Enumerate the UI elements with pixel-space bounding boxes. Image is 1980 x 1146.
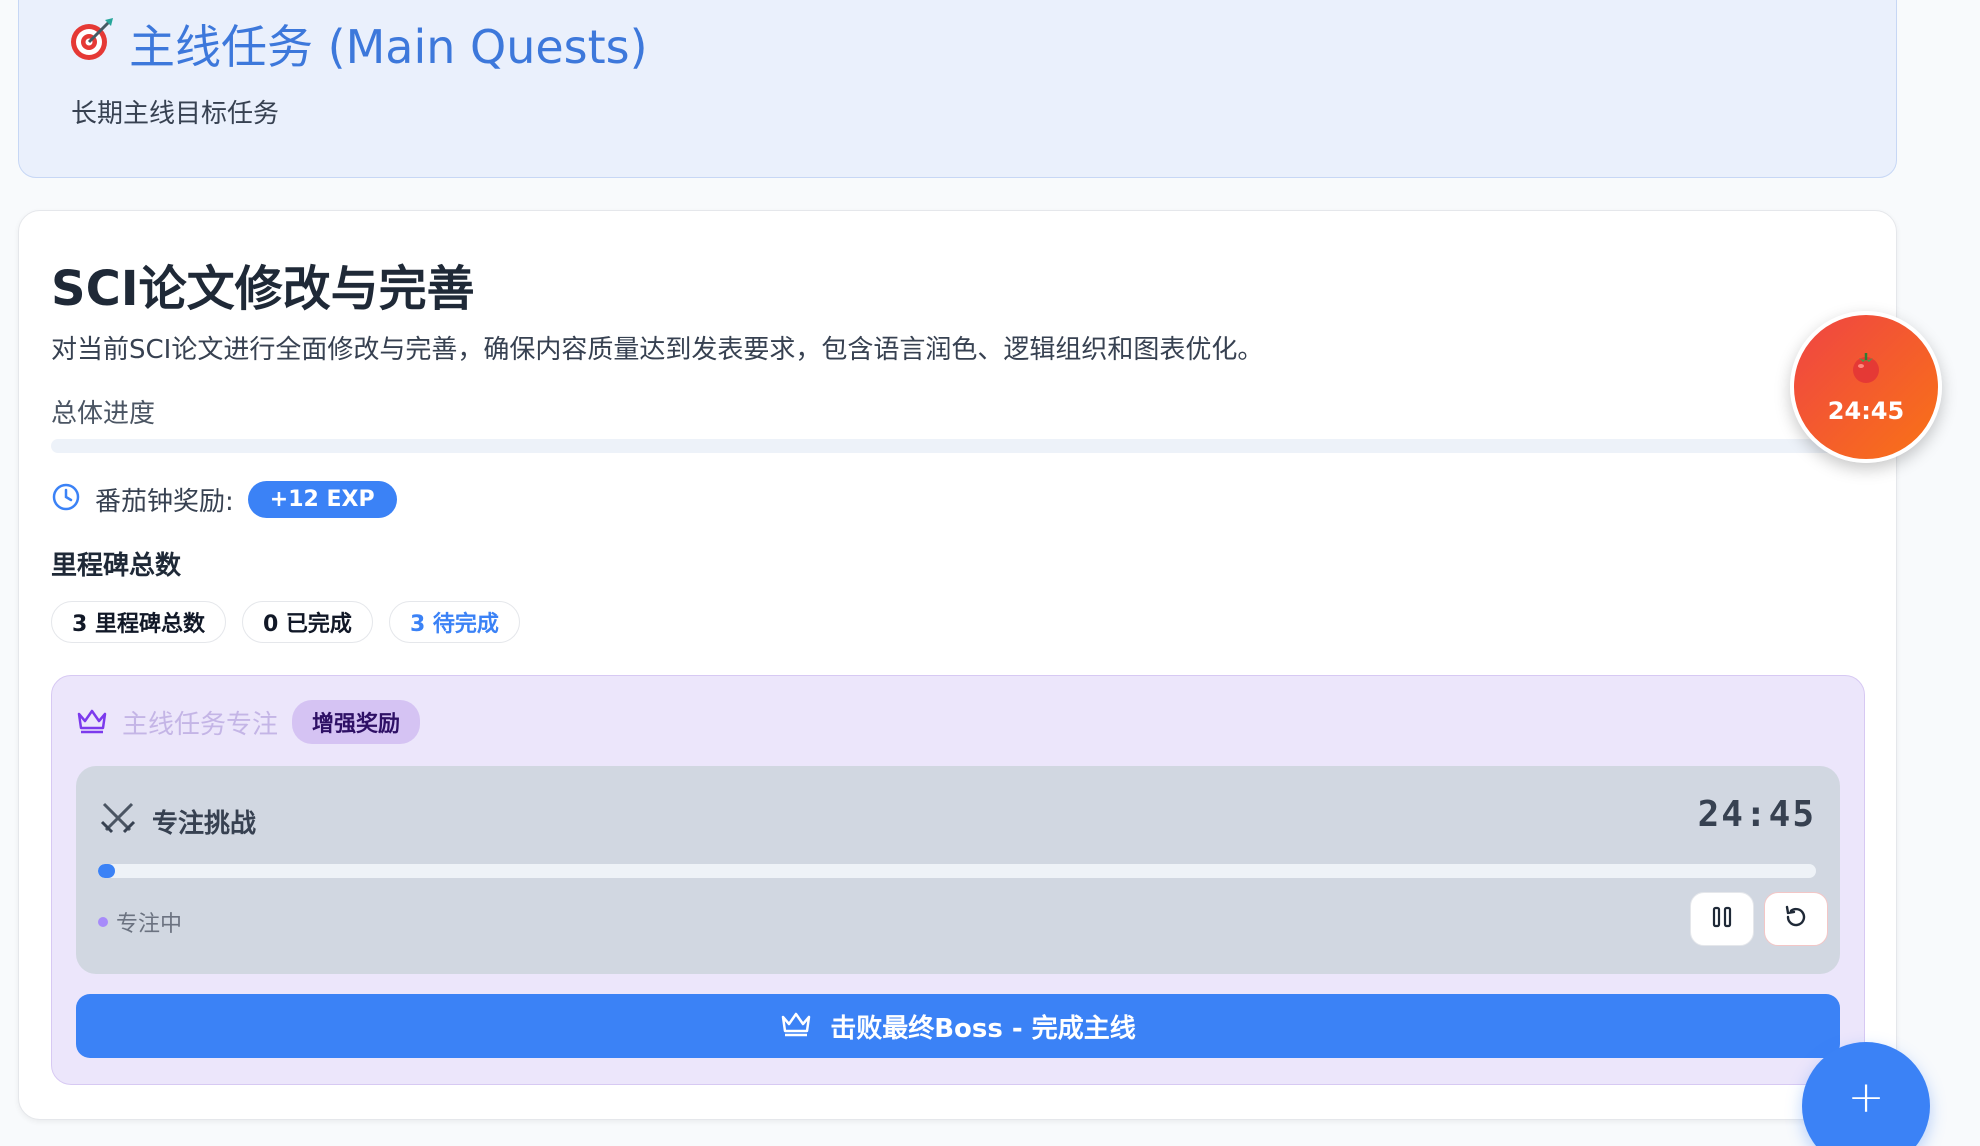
boost-badge: 增强奖励 — [292, 700, 421, 744]
focus-challenge-box: 专注挑战 24:45 专注中 — [76, 766, 1840, 974]
plus-icon: + — [1847, 1072, 1885, 1123]
focus-header: 主线任务专注 增强奖励 — [76, 700, 421, 744]
exp-badge: +12 EXP — [247, 480, 397, 518]
target-icon — [69, 16, 115, 73]
focus-label: 主线任务专注 — [122, 709, 279, 740]
focus-panel: 主线任务专注 增强奖励 专注挑战 24:45 专注中 击败最终Boss - 完成… — [51, 675, 1865, 1085]
tomato-icon — [1848, 349, 1884, 389]
quest-card: SCI论文修改与完善 对当前SCI论文进行全面修改与完善，确保内容质量达到发表要… — [18, 210, 1897, 1120]
milestone-chips: 3 里程碑总数 0 已完成 3 待完成 — [51, 601, 520, 643]
reset-icon — [1782, 903, 1810, 935]
overall-progress-bar — [51, 439, 1856, 453]
defeat-boss-button[interactable]: 击败最终Boss - 完成主线 — [76, 994, 1840, 1058]
page-subtitle: 长期主线目标任务 — [71, 99, 280, 129]
crown-icon — [780, 1009, 812, 1044]
status-dot — [98, 917, 108, 927]
crown-icon — [76, 706, 108, 738]
status-text: 专注中 — [116, 912, 183, 937]
page-title-text: 主线任务 (Main Quests) — [129, 20, 648, 74]
pomodoro-time: 24:45 — [1827, 397, 1905, 425]
milestone-total-chip: 3 里程碑总数 — [51, 601, 226, 643]
challenge-progress-fill — [98, 864, 116, 878]
milestone-pending-chip: 3 待完成 — [388, 601, 520, 643]
quest-description: 对当前SCI论文进行全面修改与完善，确保内容质量达到发表要求，包含语言润色、逻辑… — [51, 335, 1264, 365]
challenge-label: 专注挑战 — [152, 809, 257, 839]
pause-icon — [1711, 905, 1733, 933]
reward-row: 番茄钟奖励: +12 EXP — [51, 479, 397, 519]
header-card: 主线任务 (Main Quests) 长期主线目标任务 — [18, 0, 1897, 178]
pomodoro-timer-button[interactable]: 24:45 — [1790, 311, 1942, 463]
reset-button[interactable] — [1764, 892, 1828, 946]
quest-title: SCI论文修改与完善 — [51, 261, 475, 317]
challenge-progress-bar — [98, 864, 1816, 878]
milestone-done-chip: 0 已完成 — [241, 601, 373, 643]
defeat-boss-label: 击败最终Boss - 完成主线 — [830, 1013, 1136, 1044]
reward-label: 番茄钟奖励: — [95, 486, 234, 517]
challenge-timer: 24:45 — [1697, 794, 1816, 835]
progress-label: 总体进度 — [51, 399, 156, 429]
pause-button[interactable] — [1690, 892, 1754, 946]
crossed-swords-icon — [98, 798, 138, 845]
clock-icon — [51, 482, 81, 516]
challenge-header: 专注挑战 — [98, 798, 256, 845]
focus-status: 专注中 — [98, 906, 182, 938]
milestones-title: 里程碑总数 — [51, 551, 182, 581]
page-title: 主线任务 (Main Quests) — [69, 11, 648, 77]
